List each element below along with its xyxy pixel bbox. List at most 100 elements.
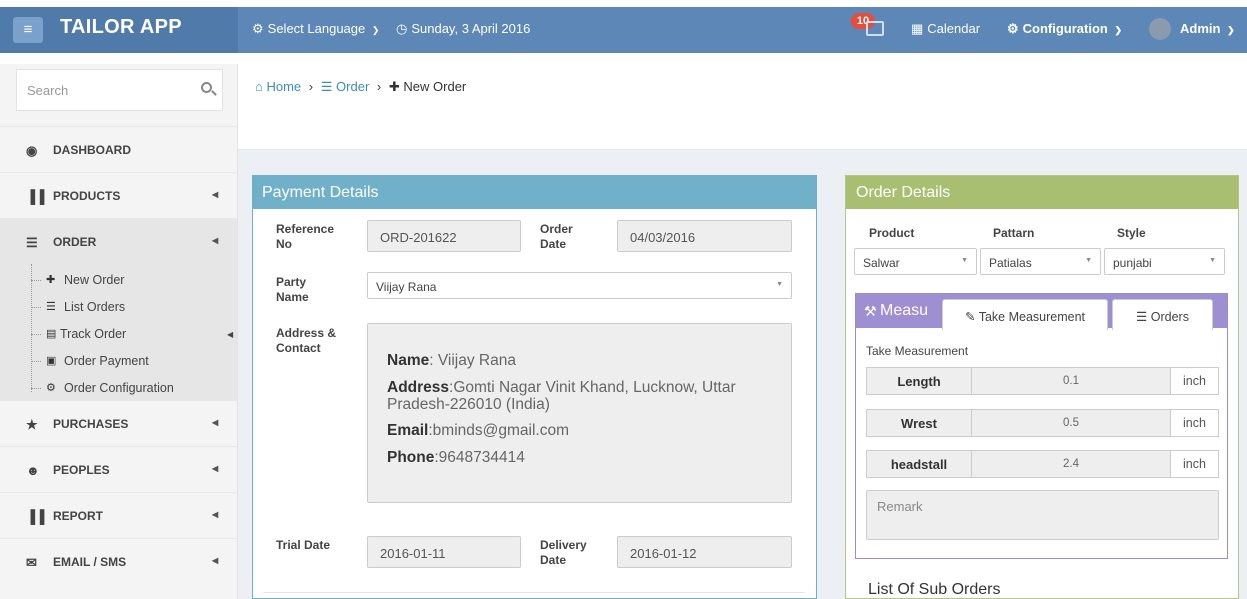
sub-orders-heading: List Of Sub Orders	[868, 581, 1001, 598]
contact-key: Phone	[387, 449, 435, 466]
style-value: punjabi	[1113, 256, 1152, 270]
tab-orders[interactable]: ☰ Orders	[1112, 299, 1213, 330]
configuration-menu[interactable]: ⚙ Configuration ❯	[1007, 21, 1122, 37]
dropdown-arrow-icon: ▼	[1209, 257, 1216, 264]
user-label: Admin	[1180, 21, 1221, 36]
sidebar-item-label: EMAIL / SMS	[53, 555, 127, 569]
pattern-value: Patialas	[989, 256, 1032, 270]
sidebar-item-order[interactable]: ☰ ORDER ◀	[0, 218, 237, 264]
contact-value: :9648734414	[434, 449, 525, 466]
search-icon[interactable]	[201, 82, 212, 93]
order-date-label: Order Date	[540, 222, 573, 251]
dropdown-arrow-icon: ▼	[776, 281, 783, 288]
address-contact-label: Address & Contact	[276, 326, 337, 355]
product-value: Salwar	[863, 256, 900, 270]
tree-branch	[31, 307, 41, 308]
gear-icon: ⚙	[252, 21, 264, 36]
date-label: Sunday, 3 April 2016	[411, 21, 531, 36]
users-icon: ☻	[26, 463, 40, 478]
submenu-label: Order Payment	[64, 354, 149, 368]
submenu-item-list-orders[interactable]: ☰ List Orders	[31, 294, 236, 320]
reference-no-label: Reference No	[276, 222, 335, 251]
breadcrumb: ⌂ Home › ☰ Order › ✚ New Order	[255, 79, 466, 95]
chevron-left-icon: ◀	[227, 330, 234, 339]
pattern-label: Pattarn	[993, 226, 1035, 240]
configuration-label: Configuration	[1022, 21, 1108, 36]
contact-address: Address:Gomti Nagar Vinit Khand, Lucknow…	[387, 379, 736, 396]
style-label: Style	[1117, 226, 1146, 240]
sidebar-item-label: PRODUCTS	[53, 189, 121, 203]
chevron-left-icon: ◀	[212, 556, 219, 565]
search-input[interactable]	[17, 70, 187, 110]
measurement-title: Measu	[880, 302, 929, 319]
list-alt-icon: ▤	[46, 328, 57, 340]
language-selector[interactable]: ⚙ Select Language ❯	[252, 21, 379, 37]
language-label: Select Language	[267, 21, 366, 36]
submenu-label: List Orders	[64, 300, 126, 314]
star-icon: ★	[26, 417, 38, 432]
submenu-item-new-order[interactable]: ✚ New Order	[31, 267, 236, 293]
style-select[interactable]: punjabi ▼	[1104, 248, 1225, 275]
plus-icon: ✚	[388, 79, 400, 94]
order-date-field[interactable]: 04/03/2016	[617, 220, 792, 252]
sidebar-item-purchases[interactable]: ★ PURCHASES ◀	[0, 400, 237, 446]
calendar-link[interactable]: ▦ Calendar	[911, 21, 980, 37]
sidebar-item-label: DASHBOARD	[53, 143, 131, 157]
delivery-date-label: Delivery Date	[540, 538, 587, 567]
party-name-value: Viijay Rana	[376, 280, 437, 294]
envelope-icon: ✉	[26, 555, 37, 570]
order-submenu: ✚ New Order ☰ List Orders ▤ Track Order …	[0, 264, 237, 400]
submenu-item-order-payment[interactable]: ▣ Order Payment	[31, 348, 236, 374]
sidebar-item-dashboard[interactable]: ◉ DASHBOARD	[0, 126, 237, 172]
chevron-left-icon: ◀	[212, 190, 219, 199]
app-title[interactable]: TAILOR APP	[60, 16, 182, 39]
measurement-value-input[interactable]: 0.1	[971, 367, 1171, 395]
trial-date-field[interactable]: 2016-01-11	[367, 536, 521, 568]
submenu-item-track-order[interactable]: ▤ Track Order ◀	[31, 321, 236, 347]
party-name-select[interactable]: Viijay Rana ▼	[367, 272, 792, 299]
measurement-unit: inch	[1170, 450, 1219, 478]
clock-icon: ◷	[396, 21, 408, 36]
tab-take-measurement[interactable]: ✎ Take Measurement	[942, 299, 1108, 330]
sidebar-item-report[interactable]: ▐▐ REPORT ◀	[0, 492, 237, 538]
tree-branch	[31, 280, 41, 281]
breadcrumb-home[interactable]: Home	[266, 79, 301, 94]
delivery-date-field[interactable]: 2016-01-12	[617, 536, 792, 568]
measurement-value-input[interactable]: 0.5	[971, 409, 1171, 437]
sidebar-item-email-sms[interactable]: ✉ EMAIL / SMS ◀	[0, 538, 237, 584]
address-contact-box: Name: Viijay Rana Address:Gomti Nagar Vi…	[367, 323, 792, 503]
contact-value: :Gomti Nagar Vinit Khand, Lucknow, Uttar	[449, 379, 736, 396]
remark-textarea[interactable]: Remark	[866, 490, 1219, 540]
list-icon: ☰	[1136, 310, 1148, 324]
avatar[interactable]	[1149, 18, 1171, 40]
menu-toggle-icon[interactable]: ≡	[13, 17, 43, 43]
party-name-label: Party Name	[276, 275, 309, 304]
barcode-icon: ▐▐	[26, 189, 45, 204]
messages-icon[interactable]	[866, 21, 884, 36]
user-menu[interactable]: Admin ❯	[1180, 21, 1235, 36]
chevron-down-icon: ❯	[1227, 25, 1235, 35]
trial-date-label: Trial Date	[276, 538, 331, 552]
contact-key: Address	[387, 379, 450, 396]
measurement-panel: ⚒ Measu ✎ Take Measurement ☰ Orders Take…	[855, 293, 1228, 559]
sidebar-item-label: REPORT	[53, 509, 104, 523]
measurement-unit: inch	[1170, 409, 1219, 437]
chevron-down-icon: ❯	[1114, 25, 1123, 35]
sidebar-item-products[interactable]: ▐▐ PRODUCTS ◀	[0, 172, 237, 218]
sidebar-item-peoples[interactable]: ☻ PEOPLES ◀	[0, 446, 237, 492]
tree-branch	[31, 361, 41, 362]
pattern-select[interactable]: Patialas ▼	[980, 248, 1101, 275]
order-details-panel: Order Details Product Pattarn Style Salw…	[845, 175, 1239, 599]
divider	[263, 592, 805, 593]
product-select[interactable]: Salwar ▼	[854, 248, 977, 275]
measurement-value-input[interactable]: 2.4	[971, 450, 1171, 478]
contact-key: Name	[387, 352, 430, 369]
submenu-item-order-configuration[interactable]: ⚙ Order Configuration	[31, 375, 236, 401]
contact-address-line2: Pradesh-226010 (India)	[387, 396, 550, 413]
reference-no-field[interactable]: ORD-201622	[367, 220, 521, 252]
pencil-icon: ✎	[964, 310, 976, 324]
breadcrumb-order[interactable]: Order	[336, 79, 369, 94]
submenu-label: Track Order	[60, 327, 127, 341]
top-navbar: ≡ TAILOR APP ⚙ Select Language ❯ ◷ Sunday,…	[0, 0, 1247, 64]
measurement-name: Wrest	[866, 409, 972, 437]
